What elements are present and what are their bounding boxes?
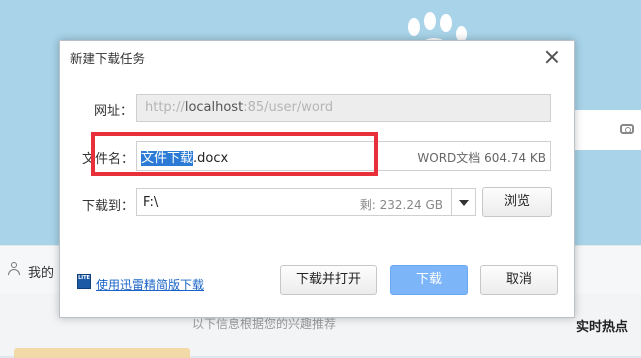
- file-info: WORD文档 604.74 KB: [417, 151, 546, 165]
- feed-image[interactable]: [14, 348, 190, 358]
- dialog-title: 新建下载任务: [70, 51, 146, 66]
- url-field: http://localhost:85/user/word: [136, 94, 551, 122]
- url-label: 网址：: [94, 104, 134, 119]
- close-icon[interactable]: [542, 47, 562, 67]
- chevron-down-icon[interactable]: [452, 188, 476, 216]
- hot-topics-heading: 实时热点: [576, 320, 629, 335]
- cancel-button[interactable]: 取消: [480, 265, 558, 295]
- camera-icon[interactable]: [620, 124, 634, 134]
- user-icon: [8, 262, 20, 275]
- browse-button[interactable]: 浏览: [482, 187, 552, 217]
- url-prefix: http://: [145, 100, 185, 115]
- xunlei-lite-icon: LITE: [77, 274, 91, 289]
- save-dir-input[interactable]: F:\ 剩: 232.24 GB: [136, 188, 452, 216]
- save-to-label: 下载到：: [82, 199, 135, 214]
- save-dir-path[interactable]: F:\: [143, 195, 158, 210]
- download-button[interactable]: 下载: [390, 265, 468, 295]
- xunlei-lite-link[interactable]: 使用迅雷精简版下载: [96, 276, 204, 293]
- my-label[interactable]: 我的: [28, 262, 54, 281]
- url-host: localhost: [184, 100, 244, 115]
- download-and-open-button[interactable]: 下载并打开: [280, 265, 377, 295]
- new-download-dialog: 新建下载任务 网址： http://localhost:85/user/word…: [59, 40, 575, 318]
- url-path: :85/user/word: [243, 100, 334, 115]
- filename-highlight-box: [91, 132, 378, 176]
- free-space: 剩: 232.24 GB: [359, 198, 443, 212]
